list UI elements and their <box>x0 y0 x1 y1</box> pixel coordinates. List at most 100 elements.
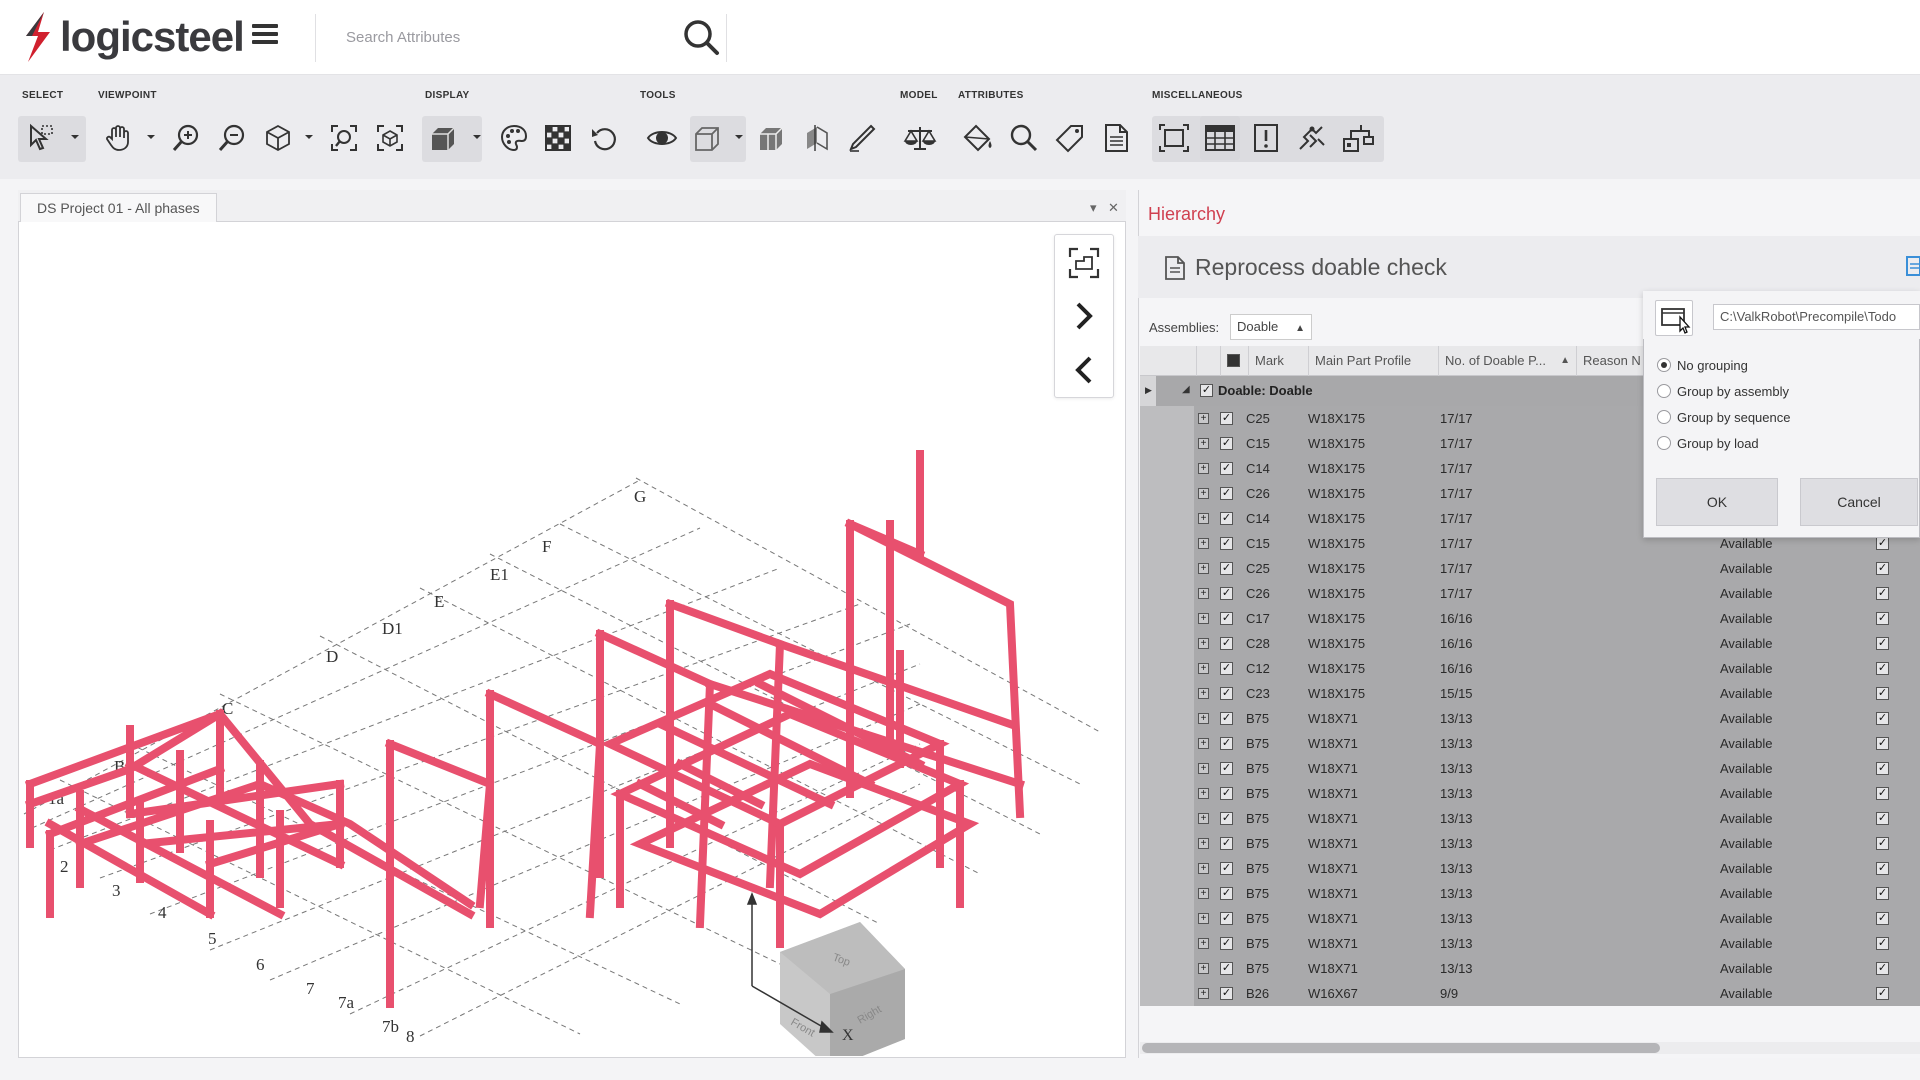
cancel-button[interactable]: Cancel <box>1800 478 1918 526</box>
row-checkbox[interactable]: ✓ <box>1220 762 1233 775</box>
fit-view-button[interactable] <box>1154 116 1194 160</box>
tag-button[interactable] <box>1050 116 1090 160</box>
expand-row-icon[interactable]: + <box>1198 838 1209 849</box>
column-header-profile[interactable]: Main Part Profile <box>1308 346 1438 376</box>
table-row[interactable]: + ✓ B75 W18X71 13/13 Available ✓ <box>1140 806 1920 831</box>
paint-attribute-button[interactable] <box>958 116 998 160</box>
row-status-checkbox[interactable]: ✓ <box>1876 787 1889 800</box>
color-button[interactable] <box>494 116 534 160</box>
table-row[interactable]: + ✓ B75 W18X71 13/13 Available ✓ <box>1140 731 1920 756</box>
row-checkbox[interactable]: ✓ <box>1220 537 1233 550</box>
search-input[interactable] <box>346 22 666 52</box>
render-mode-button[interactable] <box>424 116 464 160</box>
table-row[interactable]: + ✓ C17 W18X175 16/16 Available ✓ <box>1140 606 1920 631</box>
chevron-down-icon[interactable] <box>146 132 156 142</box>
expand-row-icon[interactable]: + <box>1198 638 1209 649</box>
expand-row-icon[interactable]: + <box>1198 763 1209 774</box>
expand-row-icon[interactable]: + <box>1198 888 1209 899</box>
robot-config-button[interactable] <box>1338 116 1378 160</box>
row-checkbox[interactable]: ✓ <box>1220 937 1233 950</box>
expand-row-icon[interactable]: + <box>1198 988 1209 999</box>
row-status-checkbox[interactable]: ✓ <box>1876 937 1889 950</box>
row-checkbox[interactable]: ✓ <box>1220 862 1233 875</box>
table-row[interactable]: + ✓ B75 W18X71 13/13 Available ✓ <box>1140 831 1920 856</box>
expand-row-icon[interactable]: + <box>1198 863 1209 874</box>
row-checkbox[interactable]: ✓ <box>1220 887 1233 900</box>
radio-button[interactable] <box>1657 384 1671 398</box>
expand-row-icon[interactable]: + <box>1198 713 1209 724</box>
tab-menu-icon[interactable]: ▾ <box>1090 200 1097 216</box>
row-status-checkbox[interactable]: ✓ <box>1876 712 1889 725</box>
table-row[interactable]: + ✓ B75 W18X71 13/13 Available ✓ <box>1140 706 1920 731</box>
row-checkbox[interactable]: ✓ <box>1220 812 1233 825</box>
expand-row-icon[interactable]: + <box>1198 938 1209 949</box>
radio-button[interactable] <box>1657 410 1671 424</box>
expand-row-icon[interactable]: + <box>1198 588 1209 599</box>
expand-row-icon[interactable]: + <box>1198 813 1209 824</box>
row-checkbox[interactable]: ✓ <box>1220 687 1233 700</box>
select-all-checkbox-cell[interactable] <box>1220 346 1248 376</box>
radio-group-by-assembly[interactable]: Group by assembly <box>1657 381 1789 401</box>
row-checkbox[interactable]: ✓ <box>1220 562 1233 575</box>
view-cube-button[interactable] <box>258 116 298 160</box>
row-status-checkbox[interactable]: ✓ <box>1876 912 1889 925</box>
tab-ds-project[interactable]: DS Project 01 - All phases <box>20 193 217 222</box>
table-row[interactable]: + ✓ C28 W18X175 16/16 Available ✓ <box>1140 631 1920 656</box>
row-status-checkbox[interactable]: ✓ <box>1876 737 1889 750</box>
chevron-down-icon[interactable] <box>70 132 80 142</box>
find-attribute-button[interactable] <box>1004 116 1044 160</box>
row-status-checkbox[interactable]: ✓ <box>1876 587 1889 600</box>
row-checkbox[interactable]: ✓ <box>1220 612 1233 625</box>
pan-button[interactable] <box>98 116 138 160</box>
table-row[interactable]: + ✓ B75 W18X71 13/13 Available ✓ <box>1140 756 1920 781</box>
row-status-checkbox[interactable]: ✓ <box>1876 887 1889 900</box>
expand-row-icon[interactable]: + <box>1198 413 1209 424</box>
folder-path-input[interactable]: C:\ValkRobot\Precompile\Todo <box>1713 304 1920 330</box>
robot-tool-button[interactable] <box>1292 116 1332 160</box>
row-checkbox[interactable]: ✓ <box>1220 987 1233 1000</box>
expand-row-icon[interactable]: + <box>1198 513 1209 524</box>
chevron-right-icon[interactable] <box>1064 296 1104 336</box>
row-checkbox[interactable]: ✓ <box>1220 662 1233 675</box>
row-checkbox[interactable]: ✓ <box>1220 637 1233 650</box>
search-icon[interactable] <box>680 16 722 58</box>
visibility-button[interactable] <box>642 116 682 160</box>
row-status-checkbox[interactable]: ✓ <box>1876 637 1889 650</box>
group-checkbox[interactable]: ✓ <box>1200 384 1213 397</box>
row-checkbox[interactable]: ✓ <box>1220 737 1233 750</box>
expand-row-icon[interactable]: + <box>1198 613 1209 624</box>
close-icon[interactable]: ✕ <box>1108 200 1119 216</box>
browse-folder-button[interactable] <box>1655 300 1693 336</box>
expand-row-icon[interactable]: + <box>1198 488 1209 499</box>
row-checkbox[interactable]: ✓ <box>1220 512 1233 525</box>
table-view-button[interactable] <box>1200 116 1240 160</box>
table-row[interactable]: + ✓ B75 W18X71 13/13 Available ✓ <box>1140 931 1920 956</box>
select-all-checkbox[interactable] <box>1227 354 1240 367</box>
scrollbar-thumb[interactable] <box>1142 1043 1660 1053</box>
row-checkbox[interactable]: ✓ <box>1220 412 1233 425</box>
row-status-checkbox[interactable]: ✓ <box>1876 537 1889 550</box>
table-row[interactable]: + ✓ C25 W18X175 17/17 Available ✓ <box>1140 556 1920 581</box>
reset-button[interactable] <box>584 116 624 160</box>
zoom-selected-button[interactable] <box>324 116 364 160</box>
table-row[interactable]: + ✓ B75 W18X71 13/13 Available ✓ <box>1140 781 1920 806</box>
column-header-mark[interactable]: Mark <box>1248 346 1308 376</box>
row-checkbox[interactable]: ✓ <box>1220 962 1233 975</box>
row-status-checkbox[interactable]: ✓ <box>1876 812 1889 825</box>
radio-button[interactable] <box>1657 358 1671 372</box>
report-button[interactable] <box>1096 116 1136 160</box>
select-tool-button[interactable] <box>22 116 62 160</box>
row-status-checkbox[interactable]: ✓ <box>1876 762 1889 775</box>
row-status-checkbox[interactable]: ✓ <box>1876 562 1889 575</box>
assemblies-select[interactable]: Doable ▲ <box>1230 314 1312 340</box>
radio-no-grouping[interactable]: No grouping <box>1657 355 1748 375</box>
markup-button[interactable] <box>842 116 882 160</box>
logo[interactable]: logicsteel <box>18 8 245 66</box>
table-row[interactable]: + ✓ B26 W16X67 9/9 Available ✓ <box>1140 981 1920 1006</box>
3d-model-canvas[interactable]: G F E1 E D1 D C B 1a 2 3 4 5 6 7 7a 7b 8 <box>20 224 1124 1056</box>
row-status-checkbox[interactable]: ✓ <box>1876 862 1889 875</box>
radio-group-by-sequence[interactable]: Group by sequence <box>1657 407 1790 427</box>
expand-row-icon[interactable]: + <box>1198 738 1209 749</box>
row-checkbox[interactable]: ✓ <box>1220 487 1233 500</box>
table-row[interactable]: + ✓ C23 W18X175 15/15 Available ✓ <box>1140 681 1920 706</box>
